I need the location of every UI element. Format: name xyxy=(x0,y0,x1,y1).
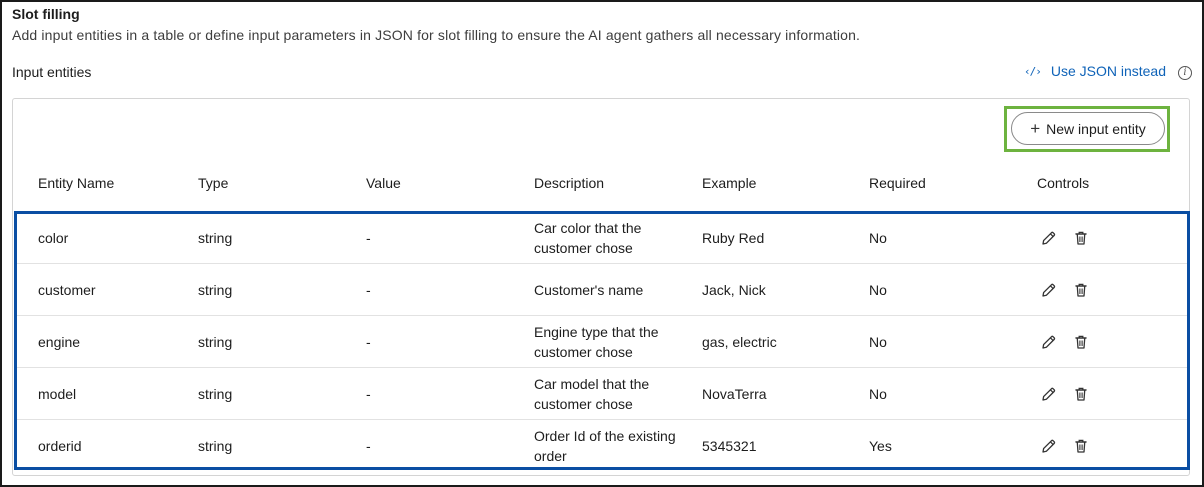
column-header-entity-name: Entity Name xyxy=(38,175,115,191)
column-header-type: Type xyxy=(198,175,229,191)
input-entities-label: Input entities xyxy=(12,64,92,80)
info-icon[interactable]: i xyxy=(1178,66,1192,80)
column-header-required: Required xyxy=(869,175,926,191)
use-json-link[interactable]: ‹/› Use JSON instead xyxy=(1024,63,1166,79)
column-header-value: Value xyxy=(366,175,401,191)
entity-rows-highlight xyxy=(14,211,1190,470)
column-header-description: Description xyxy=(534,175,605,191)
new-input-entity-button[interactable]: + New input entity xyxy=(1011,112,1165,145)
code-icon: ‹/› xyxy=(1023,64,1042,78)
plus-icon: + xyxy=(1030,118,1041,138)
section-description: Add input entities in a table or define … xyxy=(12,27,861,43)
column-header-controls: Controls xyxy=(1037,175,1090,191)
use-json-label: Use JSON instead xyxy=(1050,63,1166,79)
section-title: Slot filling xyxy=(12,6,80,22)
column-header-example: Example xyxy=(702,175,757,191)
new-input-entity-label: New input entity xyxy=(1046,120,1146,137)
